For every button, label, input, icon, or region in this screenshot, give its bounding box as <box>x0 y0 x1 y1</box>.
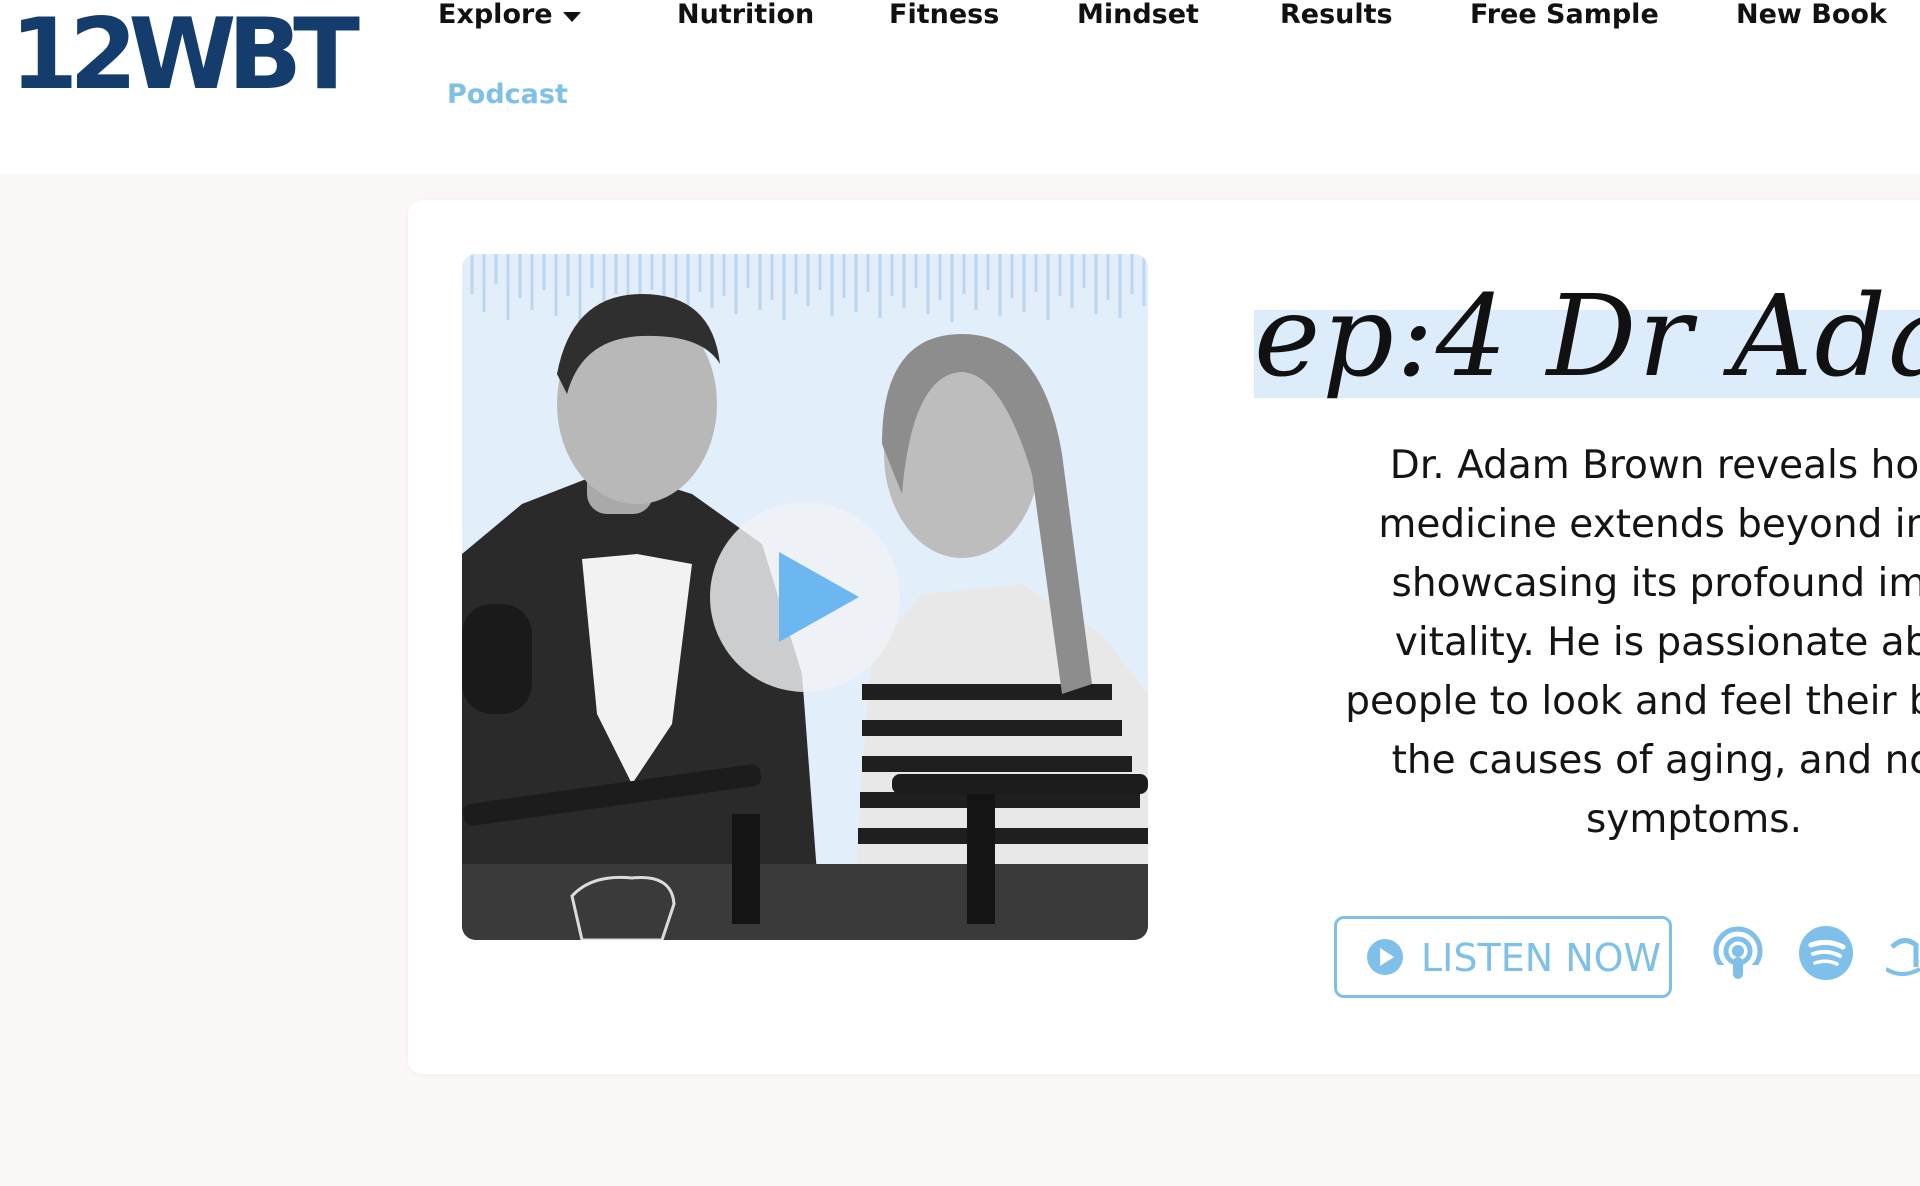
nav-item-label: Podcast <box>447 79 568 110</box>
site-header: 12WBT Explore Nutrition Fitness Mindset … <box>0 0 1920 174</box>
nav-item-mindset[interactable]: Mindset <box>1077 0 1199 32</box>
play-circle-icon <box>1367 939 1403 975</box>
episode-description: Dr. Adam Brown reveals how lo medicine e… <box>1254 436 1920 849</box>
nav-item-label: Free Sample <box>1470 0 1659 30</box>
nav-item-label: Explore <box>438 0 553 30</box>
description-line: people to look and feel their best, b <box>1345 679 1920 724</box>
nav-item-label: Mindset <box>1077 0 1199 30</box>
description-line: showcasing its profound impac <box>1391 561 1920 606</box>
nav-item-free-sample[interactable]: Free Sample <box>1470 0 1659 32</box>
nav-item-label: New Book <box>1736 0 1887 30</box>
description-line: the causes of aging, and not ju <box>1391 738 1920 783</box>
listen-now-label: LISTEN NOW <box>1421 936 1662 980</box>
page: 12WBT Explore Nutrition Fitness Mindset … <box>0 0 1920 1186</box>
amazon-music-icon[interactable] <box>1886 925 1920 981</box>
nav-item-new-book[interactable]: New Book <box>1736 0 1887 32</box>
listen-now-button[interactable]: LISTEN NOW <box>1334 916 1672 998</box>
spotify-icon[interactable] <box>1798 925 1854 981</box>
nav-item-podcast[interactable]: Podcast <box>447 80 568 112</box>
nav-item-label: Fitness <box>889 0 1000 30</box>
nav-item-label: Results <box>1280 0 1393 30</box>
nav-item-results[interactable]: Results <box>1280 0 1393 32</box>
chevron-down-icon[interactable] <box>563 12 581 22</box>
description-line: Dr. Adam Brown reveals how lo <box>1389 443 1920 488</box>
nav-item-label: Nutrition <box>677 0 815 30</box>
episode-title: ep:4 Dr Adam B <box>1254 272 1920 402</box>
nav-item-nutrition[interactable]: Nutrition <box>677 0 814 32</box>
play-button[interactable] <box>710 502 900 692</box>
description-line: vitality. He is passionate about <box>1394 620 1920 665</box>
site-logo[interactable]: 12WBT <box>10 6 360 104</box>
description-line: medicine extends beyond intern <box>1378 502 1920 547</box>
nav-item-fitness[interactable]: Fitness <box>889 0 999 32</box>
description-line: symptoms. <box>1585 797 1802 842</box>
apple-podcasts-icon[interactable] <box>1710 925 1766 981</box>
nav-item-explore[interactable]: Explore <box>438 0 553 32</box>
play-icon <box>779 552 859 642</box>
